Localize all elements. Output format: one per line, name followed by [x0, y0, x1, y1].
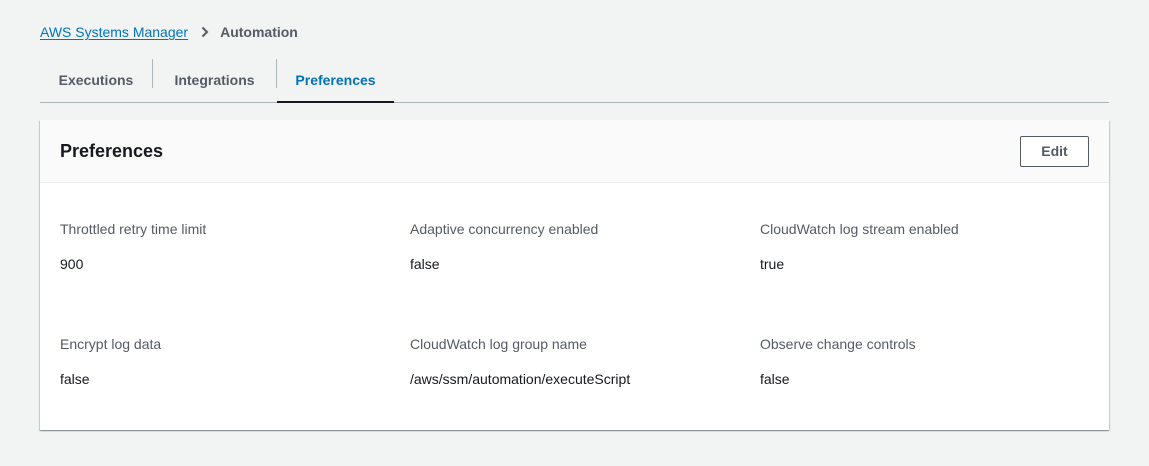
tab-integrations[interactable]: Integrations: [153, 57, 276, 102]
panel-header: Preferences Edit: [40, 120, 1109, 183]
field-observe-change-controls: Observe change controls false: [760, 336, 1089, 451]
chevron-right-icon: [200, 26, 210, 38]
panel-title: Preferences: [60, 140, 164, 161]
page: AWS Systems Manager Automation Execution…: [0, 0, 1149, 466]
field-label: CloudWatch log group name: [410, 336, 587, 352]
field-throttled-retry-time-limit: Throttled retry time limit 900: [60, 221, 410, 336]
field-value: 900: [60, 256, 84, 272]
tab-executions[interactable]: Executions: [40, 57, 152, 102]
field-value: false: [410, 256, 440, 272]
breadcrumb: AWS Systems Manager Automation: [40, 22, 298, 42]
field-adaptive-concurrency-enabled: Adaptive concurrency enabled false: [410, 221, 760, 336]
field-cloudwatch-log-group-name: CloudWatch log group name /aws/ssm/autom…: [410, 336, 760, 451]
edit-button[interactable]: Edit: [1020, 135, 1089, 167]
field-value: false: [760, 371, 790, 387]
field-label: Encrypt log data: [60, 336, 162, 352]
preferences-panel: Preferences Edit Throttled retry time li…: [40, 120, 1109, 430]
field-label: Throttled retry time limit: [60, 221, 207, 237]
field-label: Adaptive concurrency enabled: [410, 221, 599, 237]
field-cloudwatch-log-stream-enabled: CloudWatch log stream enabled true: [760, 221, 1089, 336]
field-value: false: [60, 371, 90, 387]
tab-preferences[interactable]: Preferences: [277, 57, 394, 103]
preferences-grid: Throttled retry time limit 900 Adaptive …: [60, 221, 1089, 451]
breadcrumb-current: Automation: [220, 24, 298, 40]
field-label: CloudWatch log stream enabled: [760, 221, 959, 237]
field-value: /aws/ssm/automation/executeScript: [410, 371, 631, 387]
field-encrypt-log-data: Encrypt log data false: [60, 336, 410, 451]
field-value: true: [760, 256, 785, 272]
field-label: Observe change controls: [760, 336, 916, 352]
tab-bar: Executions Integrations Preferences: [40, 57, 1109, 103]
breadcrumb-systems-manager-link[interactable]: AWS Systems Manager: [40, 24, 188, 40]
